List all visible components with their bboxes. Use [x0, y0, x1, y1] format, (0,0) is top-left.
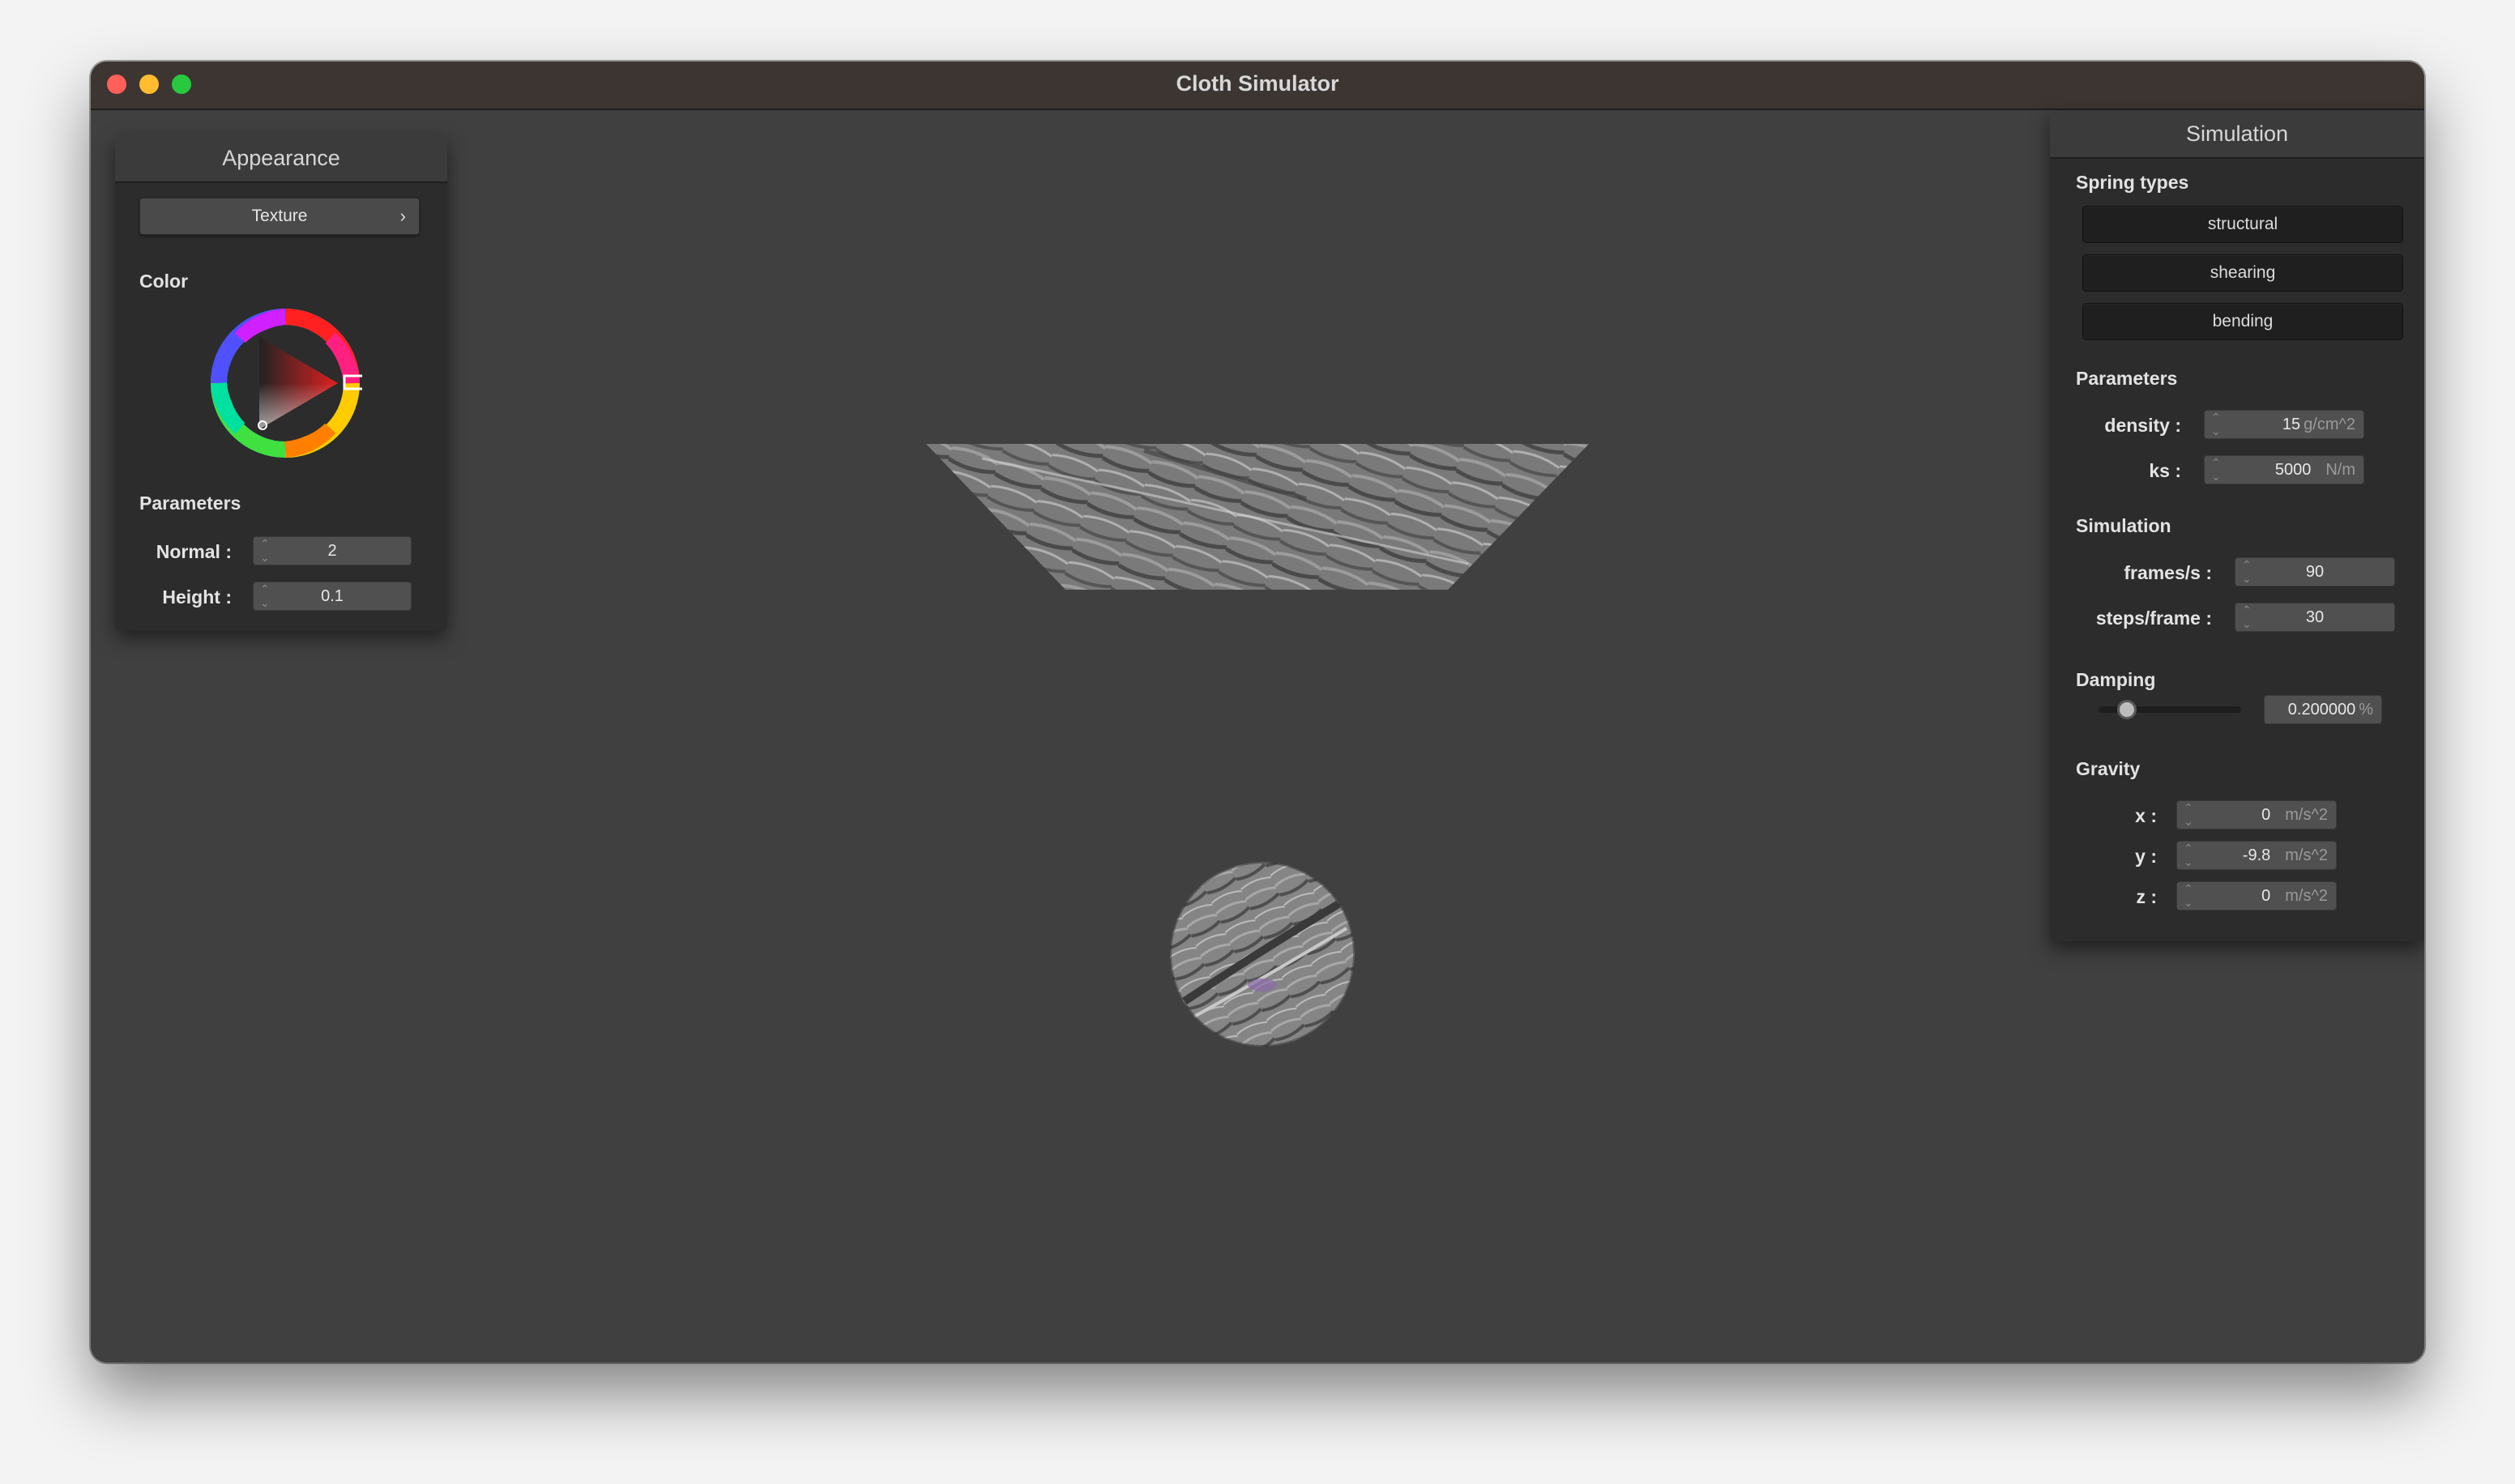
shearing-button[interactable]: shearing	[2082, 254, 2403, 292]
height-input[interactable]: ⌃ ⌄ 0.1	[253, 582, 412, 611]
stepper-icon[interactable]: ⌃ ⌄	[2184, 882, 2193, 910]
ks-label: ks :	[2149, 460, 2181, 481]
height-label: Height :	[162, 586, 232, 608]
gravity-z-input[interactable]: ⌃ ⌄ 0 m/s^2	[2176, 881, 2337, 910]
3d-viewport[interactable]: Appearance Texture › Color Parameters No…	[91, 110, 2424, 1362]
damping-input[interactable]: 0.200000%	[2264, 695, 2382, 724]
appearance-panel-header[interactable]: Appearance	[115, 134, 447, 183]
stepper-icon[interactable]: ⌃ ⌄	[2211, 411, 2221, 438]
chevron-right-icon: ›	[399, 206, 406, 226]
gravity-x-input[interactable]: ⌃ ⌄ 0 m/s^2	[2176, 800, 2337, 829]
damping-label: Damping	[2076, 669, 2156, 690]
gravity-z-label: z :	[2136, 886, 2157, 907]
fps-label: frames/s :	[2124, 562, 2212, 583]
gravity-y-input[interactable]: ⌃ ⌄ -9.8 m/s^2	[2176, 841, 2337, 870]
simulation-label: Simulation	[2076, 515, 2171, 536]
density-label: density :	[2104, 415, 2181, 436]
stepper-icon[interactable]: ⌃ ⌄	[2184, 842, 2193, 869]
normal-input[interactable]: ⌃ ⌄ 2	[253, 536, 412, 565]
ks-input[interactable]: ⌃ ⌄ 5000 N/m	[2204, 455, 2364, 484]
structural-button[interactable]: structural	[2082, 206, 2403, 243]
appearance-parameters-label: Parameters	[139, 493, 241, 514]
app-window: Cloth Simulator Appearance Texture › Col…	[91, 62, 2424, 1362]
appearance-panel: Appearance Texture › Color Parameters No…	[115, 134, 447, 630]
bending-button[interactable]: bending	[2082, 303, 2403, 340]
damping-slider-handle[interactable]	[2117, 700, 2137, 719]
density-input[interactable]: ⌃ ⌄ 15 g/cm^2	[2204, 410, 2364, 439]
window-title: Cloth Simulator	[1176, 71, 1339, 96]
parameters-label: Parameters	[2076, 368, 2178, 389]
color-wheel[interactable]	[208, 306, 362, 460]
color-section-label: Color	[139, 271, 189, 292]
gravity-x-label: x :	[2135, 805, 2157, 826]
texture-dropdown-label: Texture	[251, 207, 308, 225]
texture-dropdown[interactable]: Texture ›	[139, 198, 420, 235]
sphere	[1170, 862, 1355, 1047]
simulation-panel: Simulation Spring types structural shear…	[2050, 110, 2424, 941]
stepper-icon[interactable]: ⌃ ⌄	[2211, 456, 2221, 484]
stepper-icon[interactable]: ⌃ ⌄	[2184, 801, 2193, 829]
spring-types-label: Spring types	[2076, 172, 2189, 193]
normal-label: Normal :	[156, 541, 232, 562]
gravity-y-label: y :	[2135, 846, 2157, 867]
simulation-panel-header[interactable]: Simulation	[2050, 110, 2424, 159]
steps-per-frame-label: steps/frame :	[2095, 608, 2212, 629]
gravity-label: Gravity	[2076, 758, 2141, 779]
steps-per-frame-input[interactable]: ⌃ ⌄ 30	[2235, 603, 2395, 632]
fps-input[interactable]: ⌃ ⌄ 90	[2235, 557, 2395, 586]
title-bar[interactable]: Cloth Simulator	[91, 62, 2424, 110]
cloth-mesh	[926, 444, 1589, 590]
